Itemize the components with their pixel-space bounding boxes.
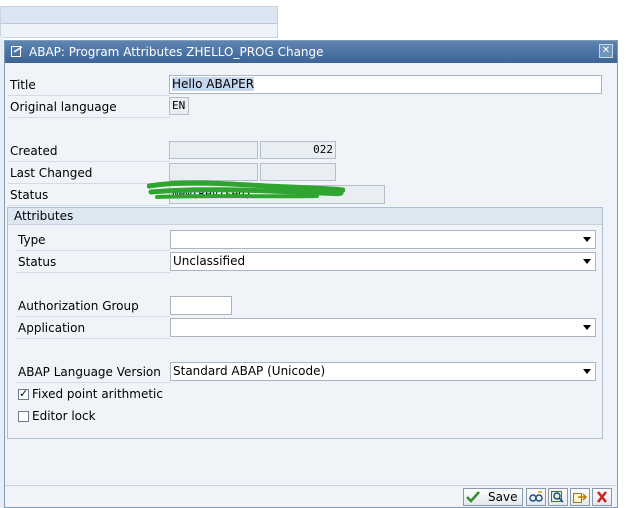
authorization-group-input[interactable] [170,296,232,315]
abap-language-version-label: ABAP Language Version [18,365,161,379]
status-dropdown-value: Unclassified [173,254,246,268]
copy-arrow-icon [573,493,587,503]
dialog-titlebar: ABAP: Program Attributes ZHELLO_PROG Cha… [5,41,617,63]
editor-lock-label: Editor lock [32,409,96,423]
magnifier-icon [551,491,564,503]
fixed-point-arithmetic-label: Fixed point arithmetic [32,387,163,401]
editor-lock-checkbox[interactable] [18,411,29,422]
created-date-value: 022 [313,143,333,156]
authorization-group-row-line [16,316,170,317]
created-row-line [8,161,170,162]
title-input-value: Hello ABAPER [172,77,255,91]
checkmark-icon: ✓ [19,387,29,400]
attr-status-label: Status [18,255,57,269]
application-dropdown[interactable] [170,318,596,337]
background-window [0,6,278,38]
save-button[interactable]: Save [463,488,523,506]
last-changed-label: Last Changed [10,166,93,180]
created-by-field [169,141,258,159]
background-window-bar [1,7,277,24]
program-attributes-dialog: ABAP: Program Attributes ZHELLO_PROG Cha… [4,40,618,508]
glasses-edit-icon [529,491,543,502]
authorization-group-label: Authorization Group [18,299,139,313]
type-row-line [16,250,170,251]
created-date-field: 022 [260,141,336,159]
status-dropdown[interactable]: Unclassified [170,252,596,271]
application-label: Application [18,321,86,335]
cancel-button[interactable] [592,488,612,506]
chevron-down-icon [583,369,591,374]
attributes-group-label: Attributes [14,209,74,223]
change-display-button[interactable] [526,488,546,506]
title-row-line [8,95,170,96]
type-label: Type [18,233,46,247]
status-row-line [8,205,170,206]
application-row-line [16,338,170,339]
abap-language-version-row-line [16,382,170,383]
find-button[interactable] [548,488,568,506]
attributes-group-header: Attributes [8,208,602,225]
close-icon: ✕ [601,45,611,56]
created-label: Created [10,144,58,158]
fixed-point-arithmetic-checkbox[interactable]: ✓ [18,387,29,400]
title-label: Title [10,78,36,92]
chevron-down-icon [583,237,591,242]
cancel-icon [596,491,608,503]
attr-status-row-line [16,272,170,273]
original-language-field: EN [169,97,189,115]
original-language-row-line [8,117,170,118]
chevron-down-icon [583,259,591,264]
chevron-down-icon [583,325,591,330]
last-changed-date-field [260,163,336,181]
toolbar-separator [5,485,617,486]
original-language-label: Original language [10,100,117,114]
last-changed-by-field [169,163,258,181]
check-icon [466,491,480,503]
close-button[interactable]: ✕ [599,44,613,58]
redaction-scribble [147,180,345,199]
abap-language-version-value: Standard ABAP (Unicode) [173,364,326,378]
status-label: Status [10,188,49,202]
abap-language-version-dropdown[interactable]: Standard ABAP (Unicode) [170,362,596,381]
title-input[interactable]: Hello ABAPER [169,75,602,94]
edit-document-icon [11,46,23,57]
last-changed-row-line [8,183,170,184]
type-dropdown[interactable] [170,230,596,249]
dialog-title: ABAP: Program Attributes ZHELLO_PROG Cha… [29,45,324,59]
attributes-group: Attributes Type Status Unclassified Auth… [7,207,603,439]
save-button-label: Save [488,490,518,504]
transfer-button[interactable] [570,488,590,506]
